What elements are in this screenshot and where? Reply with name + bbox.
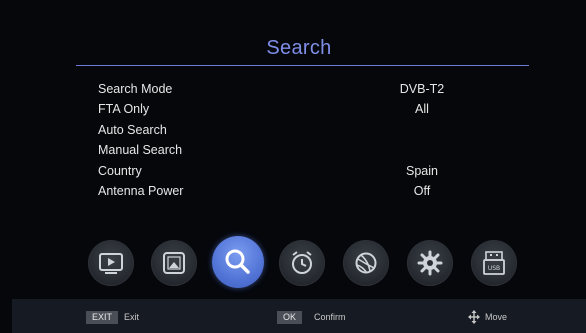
usb-icon[interactable]: USB — [471, 240, 517, 286]
menu-item-manual-search[interactable]: Manual Search — [12, 141, 586, 162]
svg-text:USB: USB — [488, 265, 500, 272]
settings-gear-icon[interactable] — [407, 240, 453, 286]
menu-item-auto-search[interactable]: Auto Search — [12, 121, 586, 142]
menu-item-label: FTA Only — [98, 102, 150, 116]
exit-label: Exit — [124, 312, 140, 322]
move-arrows-icon — [467, 309, 481, 325]
picture-icon[interactable] — [151, 240, 197, 286]
menu-item-value: All — [415, 102, 429, 116]
menu-item-fta-only[interactable]: FTA Only All — [12, 100, 586, 121]
search-icon[interactable] — [212, 236, 264, 288]
move-label: Move — [485, 312, 508, 322]
tv-icon[interactable] — [88, 240, 134, 286]
menu-item-label: Auto Search — [98, 123, 167, 137]
exit-key[interactable]: EXIT — [86, 311, 119, 324]
globe-icon[interactable] — [343, 240, 389, 286]
menu-item-antenna-power[interactable]: Antenna Power Off — [12, 182, 586, 203]
menu-item-search-mode[interactable]: Search Mode DVB-T2 — [12, 80, 586, 101]
menu-item-country[interactable]: Country Spain — [12, 162, 586, 183]
menu-item-value: Off — [413, 184, 431, 198]
search-menu: Search Mode DVB-T2 FTA Only All Auto Sea… — [12, 10, 586, 250]
confirm-label: Confirm — [314, 312, 346, 322]
menu-item-label: Manual Search — [98, 143, 183, 157]
main-menu-icon-bar: USB — [12, 235, 586, 295]
menu-item-label: Country — [98, 164, 142, 178]
tv-screen: Search Search Mode DVB-T2 FTA Only All A… — [12, 10, 586, 333]
menu-item-value: DVB-T2 — [399, 82, 445, 96]
menu-item-label: Antenna Power — [98, 184, 184, 198]
ok-key[interactable]: OK — [277, 311, 303, 324]
footer-bar: EXIT Exit OK Confirm Move — [12, 299, 586, 333]
alarm-clock-icon[interactable] — [279, 240, 325, 286]
menu-item-label: Search Mode — [98, 82, 173, 96]
menu-item-value: Spain — [406, 164, 438, 178]
